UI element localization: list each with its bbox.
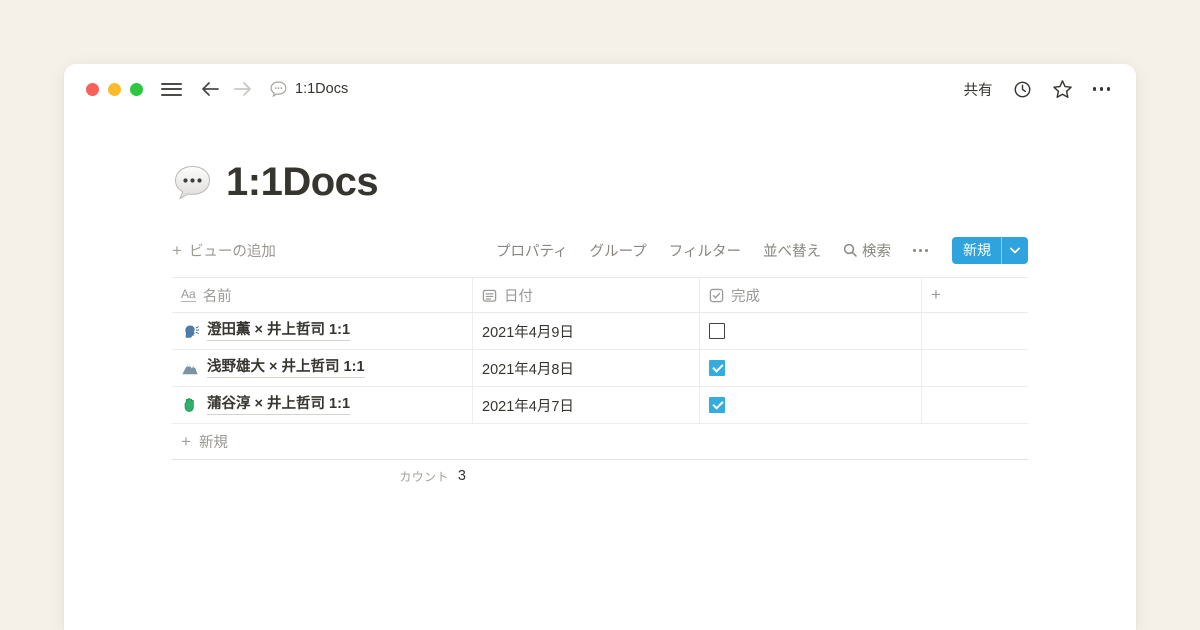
count-aggregate[interactable]: カウント 3 xyxy=(172,460,473,492)
window-controls xyxy=(86,83,143,96)
row-title-cell[interactable]: 澄田薫 × 井上哲司 1:1 xyxy=(172,313,473,349)
row-title-link[interactable]: 浅野雄大 × 井上哲司 1:1 xyxy=(207,358,365,377)
close-window-button[interactable] xyxy=(86,83,99,96)
row-date-cell[interactable]: 2021年4月7日 xyxy=(473,387,700,423)
share-button[interactable]: 共有 xyxy=(964,79,993,100)
view-toolbar: + ビューの追加 プロパティ グループ フィルター 並べ替え 検索 新規 xyxy=(172,236,1028,264)
add-column-button[interactable]: + xyxy=(922,278,1028,312)
plus-icon: + xyxy=(931,285,941,305)
minimize-window-button[interactable] xyxy=(108,83,121,96)
table-header-row: Aa 名前 日付 完成 + xyxy=(172,277,1028,313)
count-label: カウント xyxy=(399,468,449,485)
empty-cell xyxy=(922,313,1028,349)
text-Aa-icon: Aa xyxy=(181,288,196,302)
table-row: 浅野雄大 × 井上哲司 1:1 2021年4月8日 xyxy=(172,350,1028,387)
titlebar: 1:1Docs 共有 xyxy=(64,64,1136,114)
checkbox-icon xyxy=(709,288,724,303)
add-view-button[interactable]: + ビューの追加 xyxy=(172,240,276,261)
column-header-done[interactable]: 完成 xyxy=(700,278,922,312)
search-icon xyxy=(843,243,857,257)
column-header-name[interactable]: Aa 名前 xyxy=(172,278,473,312)
group-button[interactable]: グループ xyxy=(590,240,647,261)
calendar-icon xyxy=(482,288,497,303)
plus-icon: + xyxy=(181,433,191,450)
new-row-button[interactable]: + 新規 xyxy=(172,424,1028,460)
app-window: 1:1Docs 共有 1:1Docs xyxy=(64,64,1136,630)
star-icon[interactable] xyxy=(1052,79,1073,99)
row-title-link[interactable]: 蒲谷淳 × 井上哲司 1:1 xyxy=(207,395,350,414)
page-title[interactable]: 1:1Docs xyxy=(226,160,378,205)
empty-cell xyxy=(922,350,1028,386)
column-label: 名前 xyxy=(203,285,232,306)
new-button-label: 新規 xyxy=(952,237,1001,264)
sort-button[interactable]: 並べ替え xyxy=(763,240,821,261)
table-row: 蒲谷淳 × 井上哲司 1:1 2021年4月7日 xyxy=(172,387,1028,424)
column-label: 日付 xyxy=(504,285,533,306)
column-header-date[interactable]: 日付 xyxy=(473,278,700,312)
page-header: 1:1Docs xyxy=(172,160,1028,205)
done-checkbox[interactable] xyxy=(709,360,725,376)
back-arrow-icon[interactable] xyxy=(200,81,220,97)
row-done-cell[interactable] xyxy=(700,387,922,423)
database-table: Aa 名前 日付 完成 + xyxy=(172,277,1028,492)
done-checkbox[interactable] xyxy=(709,397,725,413)
aggregate-row: カウント 3 xyxy=(172,460,1028,492)
done-checkbox[interactable] xyxy=(709,323,725,339)
row-done-cell[interactable] xyxy=(700,313,922,349)
row-title-cell[interactable]: 蒲谷淳 × 井上哲司 1:1 xyxy=(172,387,473,423)
maximize-window-button[interactable] xyxy=(130,83,143,96)
breadcrumb[interactable]: 1:1Docs xyxy=(269,80,348,98)
search-button[interactable]: 検索 xyxy=(843,240,891,261)
row-title-cell[interactable]: 浅野雄大 × 井上哲司 1:1 xyxy=(172,350,473,386)
search-label: 検索 xyxy=(862,240,891,261)
column-label: 完成 xyxy=(731,285,760,306)
count-value: 3 xyxy=(458,468,466,484)
properties-button[interactable]: プロパティ xyxy=(496,240,568,261)
row-date-cell[interactable]: 2021年4月9日 xyxy=(473,313,700,349)
plus-icon: + xyxy=(172,242,182,259)
empty-cell xyxy=(922,387,1028,423)
row-done-cell[interactable] xyxy=(700,350,922,386)
new-record-button[interactable]: 新規 xyxy=(952,237,1028,264)
breadcrumb-title: 1:1Docs xyxy=(295,81,348,97)
green-hand-emoji xyxy=(181,396,199,414)
more-ellipsis-icon[interactable] xyxy=(1093,87,1111,91)
mountain-emoji xyxy=(181,359,199,377)
filter-button[interactable]: フィルター xyxy=(669,240,741,261)
row-date-cell[interactable]: 2021年4月8日 xyxy=(473,350,700,386)
speech-balloon-emoji[interactable] xyxy=(172,163,213,203)
new-row-label: 新規 xyxy=(199,431,228,452)
speech-bubble-icon xyxy=(269,80,288,98)
speaking-head-emoji xyxy=(181,322,199,340)
table-row: 澄田薫 × 井上哲司 1:1 2021年4月9日 xyxy=(172,313,1028,350)
chevron-down-icon[interactable] xyxy=(1002,237,1028,264)
history-clock-icon[interactable] xyxy=(1013,80,1032,99)
row-title-link[interactable]: 澄田薫 × 井上哲司 1:1 xyxy=(207,321,350,340)
add-view-label: ビューの追加 xyxy=(189,240,276,261)
forward-arrow-icon[interactable] xyxy=(233,81,253,97)
view-options-ellipsis-icon[interactable] xyxy=(913,249,928,252)
sidebar-menu-icon[interactable] xyxy=(161,83,182,96)
